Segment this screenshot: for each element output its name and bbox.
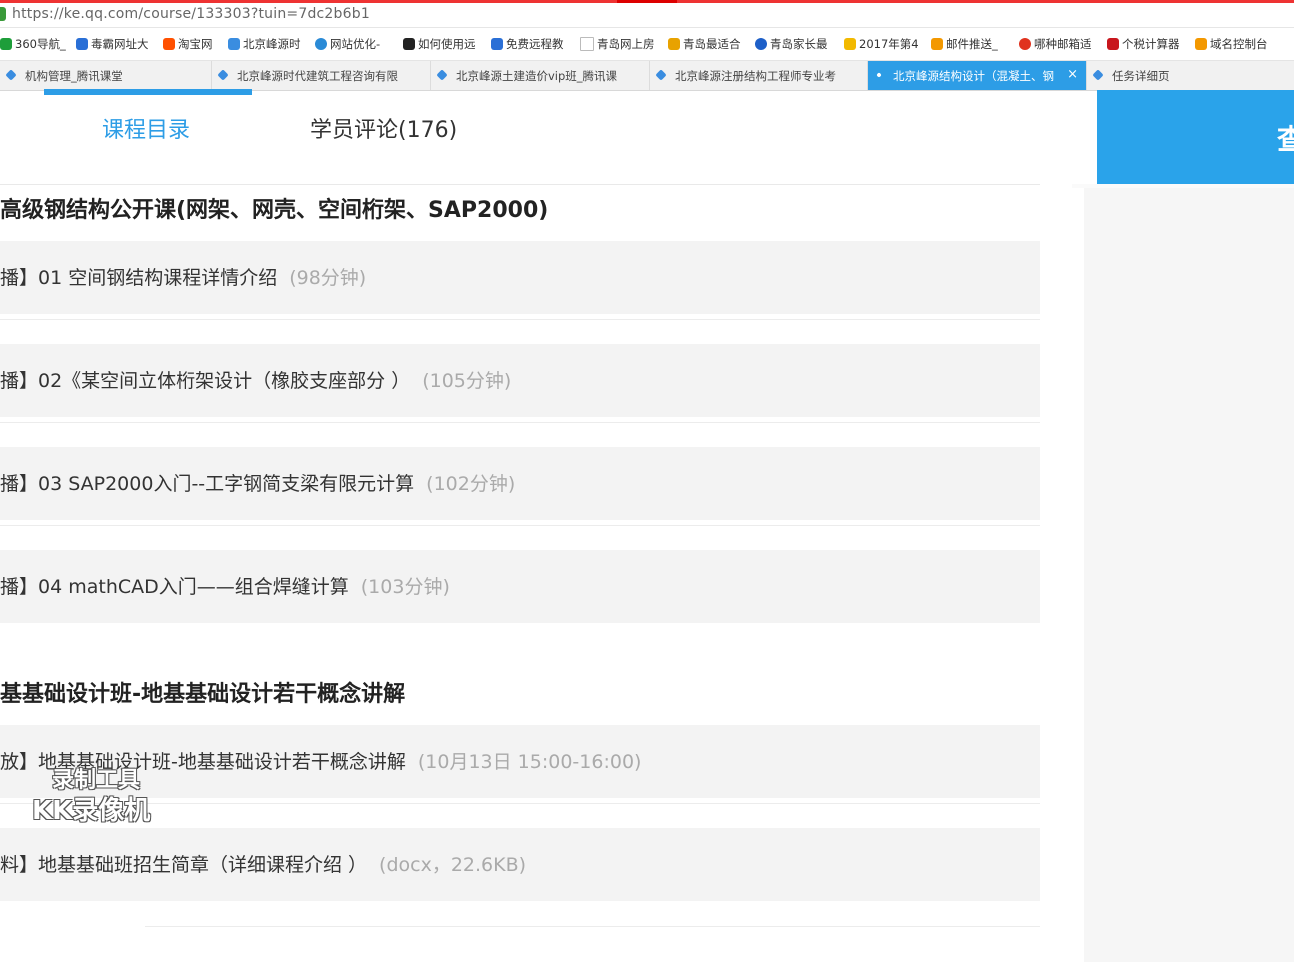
bookmark-free-remote[interactable]: 免费远程教 [491, 36, 564, 52]
lesson-row[interactable]: 播】04 mathCAD入门——组合焊缝计算 (103分钟) [0, 550, 1040, 623]
search-q-icon [755, 38, 767, 50]
lesson-title[interactable]: 播】01 空间钢结构课程详情介绍 [0, 267, 277, 289]
tab-student-reviews[interactable]: 学员评论(176) [310, 112, 457, 144]
tencent-class-icon [228, 38, 240, 50]
sogou-icon [668, 38, 680, 50]
console-icon [1195, 38, 1207, 50]
tab-strip: 机构管理_腾讯课堂 北京峰源时代建筑工程咨询有限 北京峰源土建造价vip班_腾讯… [0, 60, 1294, 91]
bookmark-seo[interactable]: 网站优化- [315, 36, 380, 52]
lesson-title[interactable]: 播】04 mathCAD入门——组合焊缝计算 [0, 576, 349, 598]
bookmark-which-mail[interactable]: 哪种邮箱适 [1019, 36, 1092, 52]
seo-icon [315, 38, 327, 50]
taobao-icon [163, 38, 175, 50]
tencent-class-icon [1093, 70, 1104, 81]
bookmark-qingdao-house[interactable]: 青岛网上房 [580, 36, 655, 52]
watermark-line2: KK录像机 [32, 796, 151, 826]
play-icon [874, 70, 885, 81]
bird-icon [1019, 38, 1031, 50]
lesson-row[interactable]: 播】01 空间钢结构课程详情介绍 (98分钟) [0, 241, 1040, 314]
bookmark-beijing-fengyuan[interactable]: 北京峰源时 [228, 36, 301, 52]
view-button-label: 查 [1277, 123, 1294, 156]
duba-icon [76, 38, 88, 50]
file-info: (docx，22.6KB) [379, 854, 527, 876]
360-icon [0, 38, 12, 50]
section-title: 高级钢结构公开课(网架、网壳、空间桁架、SAP2000) [0, 198, 549, 223]
tencent-class-icon [6, 70, 17, 81]
bookmark-2017[interactable]: 2017年第4 [844, 36, 919, 52]
tencent-class-icon [437, 70, 448, 81]
address-bar[interactable]: https://ke.qq.com/course/133303?tuin=7dc… [0, 3, 1294, 28]
active-tab-indicator [44, 89, 252, 95]
lesson-row[interactable]: 播】02《某空间立体桁架设计（橡胶支座部分 ） (105分钟) [0, 344, 1040, 417]
tencent-class-icon [218, 70, 229, 81]
bookmark-taobao[interactable]: 淘宝网 [163, 36, 213, 52]
tencent-class-icon [656, 70, 667, 81]
tab-fengyuan-vip[interactable]: 北京峰源土建造价vip班_腾讯课 [431, 61, 650, 90]
row-divider [145, 926, 1040, 927]
close-tab-icon[interactable]: × [1067, 67, 1078, 82]
lesson-time: (10月13日 15:00-16:00) [417, 751, 642, 773]
nav-divider [0, 184, 1040, 185]
bookmark-duba[interactable]: 毒霸网址大 [76, 36, 149, 52]
bookmark-how-to-remote[interactable]: 如何使用远 [403, 36, 476, 52]
bookmark-tax-calc[interactable]: 个税计算器 [1107, 36, 1180, 52]
lesson-duration: (98分钟) [289, 267, 367, 289]
address-url[interactable]: https://ke.qq.com/course/133303?tuin=7dc… [12, 6, 370, 22]
lesson-title[interactable]: 料】地基基础班招生简章（详细课程介绍 ） [0, 854, 367, 876]
bookmark-360[interactable]: 360导航_ [0, 36, 66, 52]
sidebar-panel [1084, 188, 1294, 962]
tab-task-detail[interactable]: 任务详细页 [1087, 61, 1294, 90]
lesson-duration: (105分钟) [422, 370, 512, 392]
bookmarks-bar: 360导航_ 毒霸网址大 淘宝网 北京峰源时 网站优化- 如何使用远 免费远程教… [0, 28, 1294, 59]
tab-org-manage[interactable]: 机构管理_腾讯课堂 [0, 61, 212, 90]
row-divider [0, 525, 1040, 526]
tab-fengyuan-structure[interactable]: 北京峰源结构设计（混凝土、钢 × [868, 61, 1087, 90]
bookmark-qingdao-parents[interactable]: 青岛家长最 [755, 36, 828, 52]
recorder-watermark: 录制工具 KK录像机 [30, 762, 170, 826]
view-button[interactable]: 查 [1097, 90, 1294, 184]
trophy-icon [844, 38, 856, 50]
page-icon [580, 37, 594, 51]
lesson-row[interactable]: 播】03 SAP2000入门--工字钢简支梁有限元计算 (102分钟) [0, 447, 1040, 520]
row-divider [0, 319, 1040, 320]
row-divider [0, 422, 1040, 423]
mail-push-icon [931, 38, 943, 50]
lesson-title[interactable]: 播】03 SAP2000入门--工字钢简支梁有限元计算 [0, 473, 414, 495]
bookmark-qingdao-best[interactable]: 青岛最适合 [668, 36, 741, 52]
tax-icon [1107, 38, 1119, 50]
section-title: 基基础设计班-地基基础设计若干概念讲解 [0, 682, 406, 707]
tab-course-catalog[interactable]: 课程目录 [102, 112, 190, 144]
secure-lock-icon [0, 7, 6, 21]
lesson-duration: (102分钟) [426, 473, 516, 495]
teamviewer-icon [491, 38, 503, 50]
bookmark-mail-push[interactable]: 邮件推送_ [931, 36, 998, 52]
tab-fengyuan-engineer[interactable]: 北京峰源注册结构工程师专业考 [650, 61, 868, 90]
lesson-duration: (103分钟) [360, 576, 450, 598]
baidu-knows-icon [403, 38, 415, 50]
tab-fengyuan-consulting[interactable]: 北京峰源时代建筑工程咨询有限 [212, 61, 431, 90]
lesson-row[interactable]: 料】地基基础班招生简章（详细课程介绍 ） (docx，22.6KB) [0, 828, 1040, 901]
lesson-title[interactable]: 播】02《某空间立体桁架设计（橡胶支座部分 ） [0, 370, 410, 392]
bookmark-domain-console[interactable]: 域名控制台 [1195, 36, 1268, 52]
